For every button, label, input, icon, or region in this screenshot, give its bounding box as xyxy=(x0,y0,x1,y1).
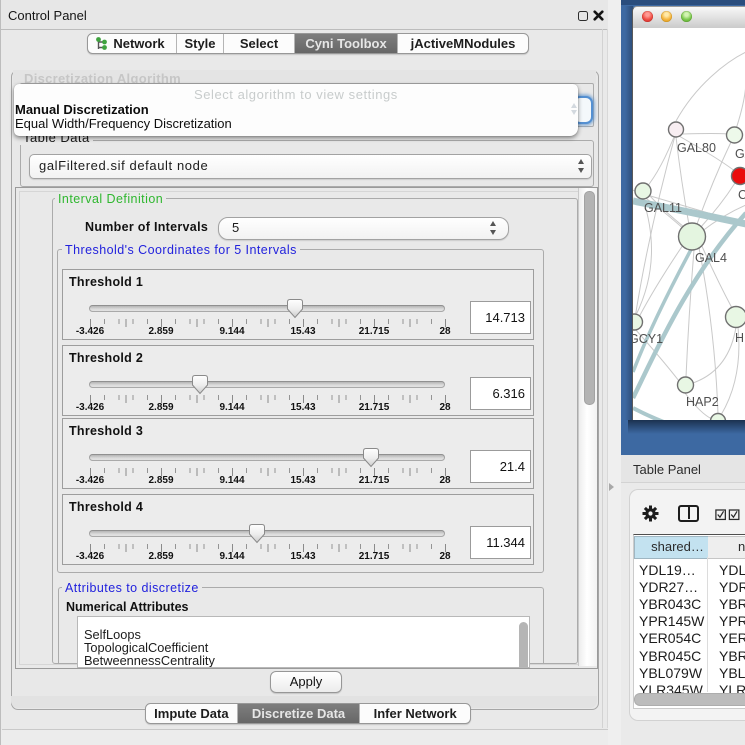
svg-text:HAP2: HAP2 xyxy=(686,395,719,409)
svg-text:GCY1: GCY1 xyxy=(632,332,663,346)
svg-text:GAL80: GAL80 xyxy=(677,141,716,155)
svg-text:C: C xyxy=(738,188,745,202)
svg-text:GAL4: GAL4 xyxy=(695,251,727,265)
svg-text:GA: GA xyxy=(735,147,745,161)
svg-text:GAL11: GAL11 xyxy=(644,201,682,215)
svg-text:H: H xyxy=(735,331,744,345)
